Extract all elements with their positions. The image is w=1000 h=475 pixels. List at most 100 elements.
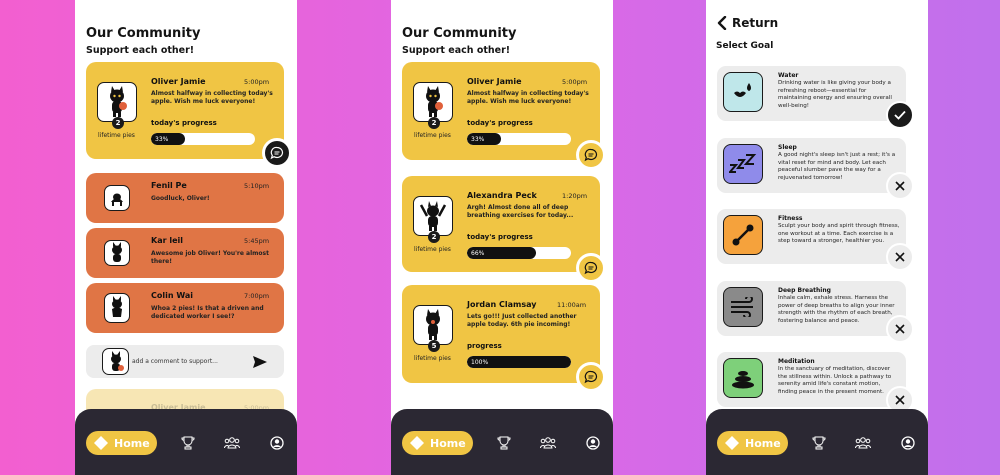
progress-bar: 33% [467, 133, 571, 145]
post-time: 5:00pm [562, 78, 588, 86]
send-icon[interactable] [252, 355, 268, 369]
nav-trophy-button[interactable] [811, 435, 827, 451]
goal-unselected-button[interactable] [886, 172, 914, 200]
bottom-nav: Home [75, 409, 297, 475]
nav-trophy-button[interactable] [180, 435, 196, 451]
avatar: 2 [413, 82, 453, 129]
nav-home-label: Home [114, 436, 150, 450]
post-time: 5:00pm [244, 78, 270, 86]
cat-with-apple-icon [110, 86, 127, 117]
comment-author: Fenil Pe [151, 181, 187, 190]
nav-home-button[interactable]: Home [717, 431, 788, 455]
cat-eating-icon [426, 309, 440, 340]
goal-icon-tile [723, 358, 763, 398]
post-message: Almost halfway in collecting today's app… [467, 90, 589, 106]
home-diamond-icon [410, 436, 424, 450]
nav-home-button[interactable]: Home [402, 431, 473, 455]
nav-profile-button[interactable] [585, 435, 601, 451]
goal-selected-button[interactable] [886, 101, 914, 129]
goal-card-water[interactable]: Water Drinking water is like giving your… [717, 66, 906, 121]
chat-bubble-icon [270, 146, 284, 160]
return-button[interactable]: Return [732, 16, 778, 30]
trophy-icon [497, 436, 511, 450]
goal-icon-tile [723, 72, 763, 112]
goal-description: Inhale calm, exhale stress. Harness the … [778, 295, 895, 325]
page-title: Our Community [402, 26, 517, 41]
progress-label: today's progress [467, 233, 533, 241]
post-author: Oliver Jamie [151, 77, 206, 86]
goal-description: In the sanctuary of meditation, discover… [778, 366, 892, 396]
bottom-nav: Home [391, 409, 613, 475]
comment-button[interactable] [576, 140, 606, 170]
pie-count-badge: 2 [428, 231, 440, 243]
comment-button[interactable] [576, 253, 606, 283]
post-card[interactable]: 5 lifetime pies Jordan Clamsay 11:00am L… [402, 285, 600, 383]
trophy-icon [181, 436, 195, 450]
page-subtitle: Support each other! [86, 45, 195, 56]
lifetime-pies-label: lifetime pies [414, 246, 451, 253]
comment-button[interactable] [262, 138, 292, 168]
cat-stretching-icon [419, 201, 447, 231]
post-author: Alexandra Peck [467, 191, 537, 200]
post-card[interactable]: 2 lifetime pies Alexandra Peck 1:20pm Ar… [402, 176, 600, 272]
post-time: 1:20pm [562, 192, 588, 200]
progress-fill: 33% [151, 133, 186, 145]
chat-bubble-icon [584, 148, 598, 162]
post-message: Almost halfway in collecting today's app… [151, 90, 273, 106]
close-icon [895, 324, 905, 334]
post-message: Argh! Almost done all of deep breathing … [467, 204, 574, 220]
post-card[interactable]: 2 lifetime pies Oliver Jamie 5:00pm Almo… [402, 62, 600, 160]
progress-fill: 66% [467, 247, 536, 259]
nav-home-label: Home [745, 436, 781, 450]
lifetime-pies-label: lifetime pies [414, 355, 451, 362]
goal-description: Drinking water is like giving your body … [778, 80, 892, 110]
goal-name: Sleep [778, 144, 797, 151]
nav-profile-button[interactable] [900, 435, 916, 451]
back-arrow-icon[interactable] [716, 16, 728, 30]
comment-message: Awesome job Oliver! You're almost there! [151, 250, 269, 266]
select-goal-screen: Return Select Goal Water Drinking water … [706, 0, 928, 475]
avatar: 2 [413, 196, 453, 243]
page-title: Select Goal [716, 41, 774, 51]
goal-unselected-button[interactable] [886, 243, 914, 271]
post-card[interactable]: 2 lifetime pies Oliver Jamie 5:00pm Almo… [86, 62, 284, 159]
lifetime-pies-label: lifetime pies [414, 132, 451, 139]
cat-icon [112, 296, 122, 317]
comment-author: Colin Wai [151, 291, 194, 300]
nav-profile-button[interactable] [269, 435, 285, 451]
goal-card-fitness[interactable]: Fitness Sculpt your body and spirit thro… [717, 209, 906, 264]
goal-icon-tile [723, 144, 763, 184]
goal-card-deep-breathing[interactable]: Deep Breathing Inhale calm, exhale stres… [717, 281, 906, 336]
cat-with-apple-icon [110, 350, 124, 371]
dumbbell-icon [732, 224, 754, 246]
avatar [104, 240, 130, 266]
comment-message: Whoa 2 pies! Is that a driven and dedica… [151, 305, 264, 321]
nav-home-button[interactable]: Home [86, 431, 157, 455]
profile-icon [586, 436, 600, 450]
comment-time: 5:10pm [244, 182, 270, 190]
goal-card-sleep[interactable]: Sleep A good night's sleep isn't just a … [717, 138, 906, 193]
goal-icon-tile [723, 287, 763, 327]
goal-card-meditation[interactable]: Meditation In the sanctuary of meditatio… [717, 352, 906, 407]
checkmark-icon [894, 110, 906, 120]
close-icon [895, 181, 905, 191]
pie-count-badge: 2 [428, 117, 440, 129]
post-author: Oliver Jamie [467, 77, 522, 86]
nav-community-button[interactable] [540, 435, 556, 451]
community-feed-screen: Our Community Support each other! 2 life… [391, 0, 613, 475]
profile-icon [901, 436, 915, 450]
goal-unselected-button[interactable] [886, 315, 914, 343]
post-message: Lets go!!! Just collected another apple … [467, 313, 577, 329]
nav-community-button[interactable] [855, 435, 871, 451]
close-icon [895, 252, 905, 262]
page-subtitle: Support each other! [402, 45, 511, 56]
comment-time: 5:45pm [244, 237, 270, 245]
comment-button[interactable] [576, 362, 606, 392]
cat-icon [112, 242, 122, 262]
nav-community-button[interactable] [224, 435, 240, 451]
nav-trophy-button[interactable] [496, 435, 512, 451]
comment-input[interactable]: add a comment to support... [86, 345, 284, 378]
page-title: Our Community [86, 26, 201, 41]
chat-bubble-icon [584, 370, 598, 384]
goal-icon-tile [723, 215, 763, 255]
